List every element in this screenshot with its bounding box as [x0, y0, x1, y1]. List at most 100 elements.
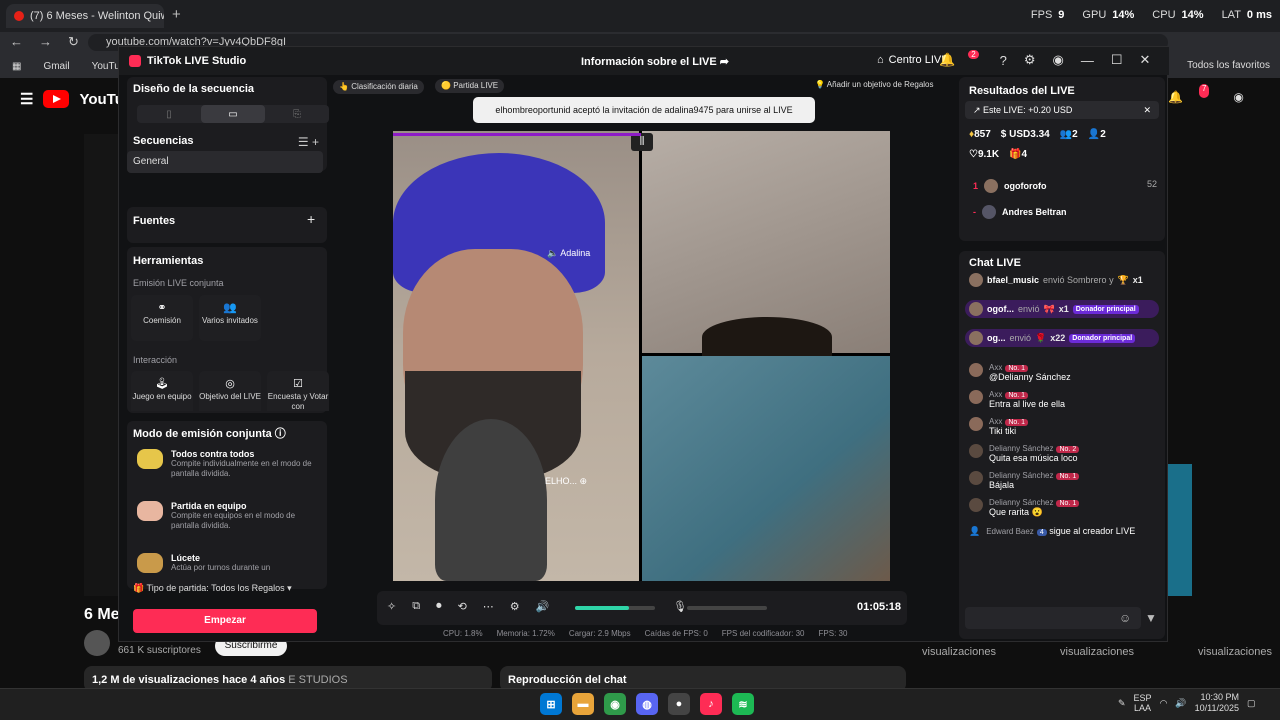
record-icon[interactable]: ⏺: [436, 600, 442, 613]
chat-message: Delianny Sánchez No. 1 Que rarita 😮: [969, 498, 1159, 518]
scene-general[interactable]: General: [127, 151, 323, 173]
start-button[interactable]: Empezar: [133, 609, 317, 633]
chat-message: Delianny Sánchez No. 1 Bájala: [969, 471, 1159, 490]
settings-gear-icon[interactable]: ⚙: [1024, 52, 1036, 68]
message-user: Delianny Sánchez: [989, 498, 1054, 507]
avatar: [969, 273, 983, 287]
screen-capture-icon[interactable]: ⧉: [412, 600, 420, 613]
bell-icon[interactable]: 🔔: [939, 52, 955, 68]
bookmark-gmail[interactable]: Gmail: [43, 61, 69, 72]
apps-icon[interactable]: ▦: [12, 61, 21, 72]
language-label[interactable]: ESP: [1134, 693, 1152, 703]
list-icon[interactable]: ☰ +: [298, 135, 319, 149]
live-goal-button[interactable]: ◎ Objetivo del LIVE: [199, 371, 261, 411]
gift-icon: 🎁: [133, 583, 147, 593]
volume-icon[interactable]: 🔊: [536, 600, 550, 613]
chrome-icon[interactable]: ◉: [604, 693, 626, 715]
avatar[interactable]: ◉: [1233, 90, 1243, 104]
filter-icon[interactable]: ▼: [1145, 611, 1157, 625]
add-source-icon[interactable]: +: [307, 211, 315, 227]
live-center-button[interactable]: ⌂ Centro LIVE: [877, 54, 949, 66]
team-game-button[interactable]: 🕹 Juego en equipo: [131, 371, 193, 411]
help-icon[interactable]: ?: [1000, 53, 1007, 68]
mic-icon[interactable]: 🎙: [673, 600, 687, 613]
poll-button[interactable]: ☑ Encuesta y Votar con: [267, 371, 329, 411]
spotify-icon[interactable]: ≋: [732, 693, 754, 715]
discord-icon[interactable]: ◍: [636, 693, 658, 715]
avatar: [969, 417, 983, 431]
mode-item[interactable]: Partida en equipo Compite en equipos en e…: [137, 501, 317, 531]
new-tab-button[interactable]: +: [172, 6, 181, 23]
wifi-icon[interactable]: ◠: [1160, 698, 1168, 709]
chat-input[interactable]: [965, 607, 1141, 629]
pen-icon[interactable]: ✎: [1118, 698, 1126, 709]
top-gifter-row[interactable]: - Andres Beltran: [973, 205, 1157, 219]
notification-badge: 7: [1198, 84, 1210, 98]
reload-icon[interactable]: ↻: [68, 34, 79, 50]
live-info-button[interactable]: Información sobre el LIVE ➦: [581, 55, 729, 68]
match-type-select[interactable]: 🎁 Tipo de partida: Todos los Regalos ▾: [133, 583, 292, 594]
all-favorites[interactable]: Todos los favoritos: [1187, 60, 1270, 71]
channel-avatar[interactable]: [84, 630, 110, 656]
live-preview[interactable]: ⫼: [393, 131, 890, 581]
speaker-icon[interactable]: 🔈: [547, 248, 560, 258]
mode-item[interactable]: Lúcete Actúa por turnos durante un: [137, 553, 317, 573]
keyboard-layout-label[interactable]: LAA: [1134, 703, 1151, 713]
follow-icon: 👤: [969, 526, 981, 536]
video-player[interactable]: [84, 134, 118, 596]
scenes-header: Secuencias ☰ +: [133, 135, 319, 149]
minimize-icon[interactable]: —: [1081, 53, 1094, 68]
app-icon[interactable]: ●: [668, 693, 690, 715]
date-label: 10/11/2025: [1194, 703, 1240, 713]
mode-title: Modo de emisión conjunta ⓘ: [133, 425, 286, 441]
magic-wand-icon[interactable]: ✧: [387, 600, 396, 613]
notification-center-icon[interactable]: ▢: [1247, 698, 1256, 709]
file-explorer-icon[interactable]: ▬: [572, 693, 594, 715]
chat-message: Axx No. 1 Entra al live de ella: [969, 390, 1159, 409]
lat-label: LAT: [1221, 9, 1241, 21]
more-icon[interactable]: ⋯: [483, 600, 494, 613]
nav-buttons: ← → ↻: [10, 34, 79, 50]
message-user: Axx: [989, 363, 1003, 372]
related-thumbnail[interactable]: [1168, 464, 1192, 596]
portrait-icon[interactable]: ▯: [137, 105, 201, 123]
close-icon[interactable]: ✕: [1140, 52, 1151, 68]
landscape-icon[interactable]: ▭: [201, 105, 265, 123]
mic-slider[interactable]: [687, 606, 767, 610]
gift-goal-chip[interactable]: 💡 Añadir un objetivo de Regalos: [815, 80, 934, 89]
top-gifter-row[interactable]: 1 ogoforofo 52: [973, 179, 1157, 193]
avatar[interactable]: ◉: [1053, 52, 1064, 68]
back-icon[interactable]: ←: [10, 34, 23, 50]
heart-icon: ♡: [969, 149, 978, 160]
join-notification: elhombreoportunid aceptó la invitación d…: [473, 97, 815, 123]
message-text: Bájala: [989, 480, 1015, 490]
notifications-icon[interactable]: 🔔: [1168, 90, 1183, 104]
add-icon[interactable]: ⊕: [580, 476, 588, 486]
replay-icon[interactable]: ⟲: [458, 600, 467, 613]
maximize-icon[interactable]: ☐: [1111, 52, 1123, 68]
close-icon[interactable]: ✕: [1143, 105, 1151, 115]
forward-icon[interactable]: →: [39, 34, 52, 50]
gpu-value: 14%: [1112, 9, 1135, 21]
mode-item[interactable]: Todos contra todos Compite individualment…: [137, 449, 317, 479]
encoder-fps-stat: FPS del codificador: 30: [721, 629, 805, 638]
daily-ranking-chip[interactable]: 👆 Clasificación diaria: [333, 80, 424, 94]
windows-start-icon[interactable]: ⊞: [540, 693, 562, 715]
info-icon[interactable]: ⓘ: [275, 428, 286, 440]
live-match-chip[interactable]: 🟡 Partida LIVE: [435, 79, 505, 93]
clock[interactable]: 10:30 PM 10/11/2025: [1195, 692, 1239, 714]
emoji-icon[interactable]: ☺: [1119, 611, 1131, 625]
volume-icon[interactable]: 🔊: [1175, 698, 1186, 709]
tiktok-studio-icon[interactable]: ♪: [700, 693, 722, 715]
menu-icon[interactable]: ☰: [20, 90, 33, 108]
gift-action: envió: [1009, 333, 1032, 343]
gift-action: envió: [1018, 304, 1040, 314]
browser-tab[interactable]: (7) 6 Meses - Welinton Quiw (S... ✕: [6, 4, 164, 28]
sliders-icon[interactable]: ⚙: [510, 600, 520, 613]
other-layout-icon[interactable]: ⎘: [265, 105, 329, 123]
gift-user: og...: [987, 333, 1006, 343]
volume-slider[interactable]: [575, 606, 655, 610]
viewers-value: 2: [1072, 129, 1078, 140]
multi-guest-button[interactable]: 👥 Varios invitados: [199, 295, 261, 341]
coemision-button[interactable]: ⚭ Coemisión: [131, 295, 193, 341]
